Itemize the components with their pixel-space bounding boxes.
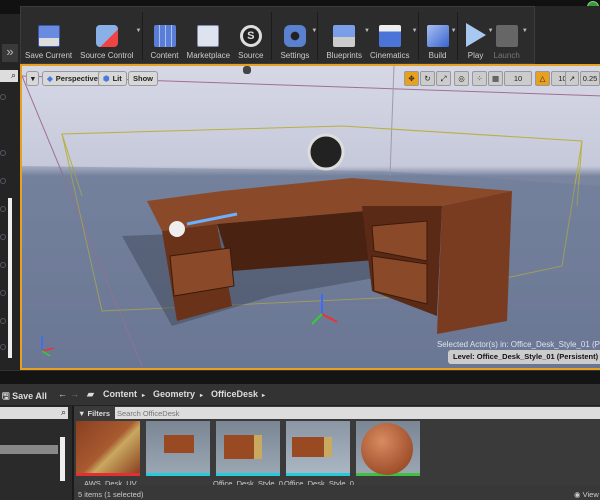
rotate-icon[interactable]: ↻: [420, 71, 435, 86]
asset-search-input[interactable]: [115, 407, 600, 419]
viewport-options-button[interactable]: ▾: [26, 71, 39, 86]
marketplace-icon: [197, 25, 220, 47]
build-button[interactable]: Build ▼: [423, 8, 457, 60]
perspective-icon: ◆: [47, 74, 53, 83]
main-toolbar: Save Current Source Control ▼ Content Mar…: [20, 6, 535, 64]
forward-button[interactable]: →: [70, 389, 79, 399]
folder-icon: ▰: [87, 389, 94, 399]
play-icon: [465, 23, 486, 47]
breadcrumb-officedesk[interactable]: OfficeDesk: [211, 389, 258, 399]
cinematics-button[interactable]: Cinematics ▼: [366, 8, 418, 60]
eye-icon: ◉: [574, 490, 583, 499]
grid-snap-icon[interactable]: ▦: [488, 71, 503, 86]
scale-icon[interactable]: ⤢: [436, 71, 451, 86]
asset-thumbnail[interactable]: [146, 421, 210, 476]
scale-snap-value[interactable]: 0.25: [580, 71, 600, 86]
settings-icon: [283, 25, 306, 47]
lit-icon: ⬢: [103, 74, 110, 83]
search-icon[interactable]: ⌕: [0, 70, 18, 82]
world-local-icon[interactable]: ◎: [454, 71, 469, 86]
level-viewport[interactable]: ▾ ◆ Perspective ⬢ Lit Show ✥ ↻ ⤢ ◎ ⁘ ▦ 10 …: [20, 64, 600, 370]
folder-tree-scrollbar[interactable]: [60, 437, 65, 481]
visibility-icon[interactable]: [0, 234, 6, 240]
blueprints-icon: [333, 25, 356, 47]
visibility-icon[interactable]: [0, 290, 6, 296]
camera-icon: [243, 66, 251, 74]
visibility-icon[interactable]: [0, 206, 6, 212]
current-level-label: Level: Office_Desk_Style_01 (Persistent): [448, 350, 600, 364]
outliner-scrollbar[interactable]: [8, 198, 12, 358]
rotation-snap-icon[interactable]: △: [535, 71, 550, 86]
reflection-capture-icon: [307, 133, 345, 171]
visibility-icon[interactable]: [0, 178, 6, 184]
selected-actors-text: Selected Actor(s) in: Office_Desk_Style_…: [436, 340, 600, 349]
blueprints-button[interactable]: Blueprints ▼: [322, 8, 370, 60]
visibility-icon[interactable]: [0, 262, 6, 268]
play-button[interactable]: Play ▼: [462, 8, 494, 60]
translate-icon[interactable]: ✥: [404, 71, 419, 86]
asset-thumbnail[interactable]: [76, 421, 140, 476]
visibility-icon[interactable]: [0, 150, 6, 156]
lit-button[interactable]: ⬢ Lit: [98, 71, 127, 86]
settings-button[interactable]: Settings ▼: [276, 8, 317, 60]
launch-icon: [495, 25, 518, 47]
save-current-button[interactable]: Save Current: [21, 8, 76, 60]
breadcrumb-content[interactable]: Content: [103, 389, 137, 399]
save-all-button[interactable]: 🖫 Save All: [0, 386, 52, 404]
asset-thumbnail[interactable]: [286, 421, 350, 476]
search-icon[interactable]: ⌕: [0, 407, 68, 419]
scene: [22, 66, 600, 368]
asset-thumbnail[interactable]: [356, 421, 420, 476]
item-count: 5 items (1 selected): [78, 490, 144, 499]
breadcrumb-chevron-icon[interactable]: ▸: [262, 392, 265, 399]
asset-thumbnail[interactable]: [216, 421, 280, 476]
visibility-icon[interactable]: [0, 344, 6, 350]
content-button[interactable]: Content: [147, 8, 183, 60]
visibility-icon[interactable]: [0, 94, 6, 100]
build-icon: [426, 25, 449, 47]
player-start-icon: [169, 221, 185, 237]
source-control-icon: [95, 25, 118, 47]
surface-snap-icon[interactable]: ⁘: [472, 71, 487, 86]
source-control-button[interactable]: Source Control ▼: [76, 8, 142, 60]
cinematics-icon: [378, 25, 401, 47]
filters-button[interactable]: ▼ Filters ▾: [76, 407, 114, 427]
scale-snap-icon[interactable]: ↗: [565, 71, 579, 86]
save-icon: [37, 25, 60, 47]
folder-tree-selected-item[interactable]: [0, 445, 58, 454]
show-button[interactable]: Show: [128, 71, 158, 86]
launch-button[interactable]: Launch ▼: [490, 8, 528, 60]
visibility-icon[interactable]: [0, 318, 6, 324]
marketplace-button[interactable]: Marketplace: [183, 8, 235, 60]
expand-toolbar-button[interactable]: »: [2, 44, 18, 62]
source-button[interactable]: S Source: [234, 8, 267, 60]
source-icon: S: [239, 25, 262, 47]
view-options-button[interactable]: ◉ View: [574, 490, 599, 499]
back-button[interactable]: ←: [58, 389, 67, 399]
grid-snap-value[interactable]: 10: [504, 71, 532, 86]
save-icon: 🖫: [2, 391, 13, 401]
perspective-button[interactable]: ◆ Perspective: [42, 71, 103, 86]
breadcrumb-geometry[interactable]: Geometry: [153, 389, 195, 399]
content-icon: [153, 25, 176, 47]
